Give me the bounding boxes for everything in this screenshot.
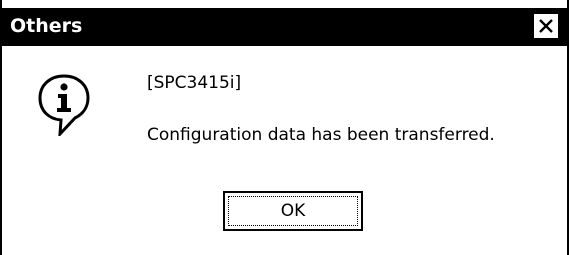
title-bar[interactable]: Others xyxy=(2,8,567,46)
ok-button-label: OK xyxy=(228,196,358,226)
ok-button[interactable]: OK xyxy=(223,191,363,231)
message-area: [SPC3415i] Configuration data has been t… xyxy=(147,72,557,146)
message-dialog: Others [SPC3415i] Configuration data has… xyxy=(0,0,569,255)
dialog-title: Others xyxy=(10,15,83,37)
information-icon xyxy=(38,74,90,136)
message-code: [SPC3415i] xyxy=(147,73,242,93)
message-text: Configuration data has been transferred. xyxy=(147,125,495,145)
close-button[interactable] xyxy=(533,13,559,39)
close-icon xyxy=(539,19,553,33)
